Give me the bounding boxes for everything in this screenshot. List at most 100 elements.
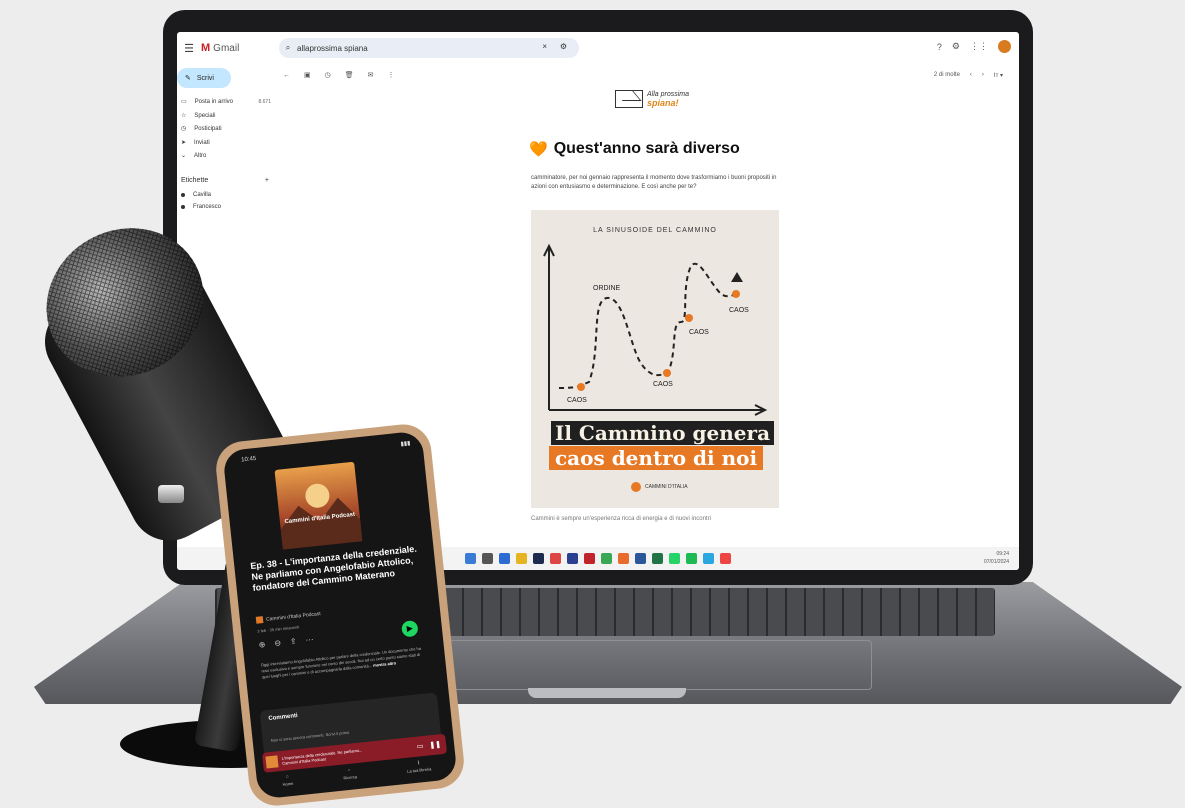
tab-label: La tua libreria — [406, 766, 432, 774]
pencil-icon: ✎ — [185, 75, 191, 82]
envelope-icon — [615, 90, 643, 108]
word-icon[interactable] — [635, 553, 646, 564]
share-icon[interactable]: ⇪ — [289, 637, 297, 647]
search-icon: ⌕ — [348, 766, 351, 772]
delete-icon[interactable]: 🗑 — [345, 71, 354, 79]
chart-label-caos: CAOS — [689, 329, 709, 336]
more-icon[interactable]: ⋯ — [305, 635, 314, 645]
sinusoid-drawing: ORDINE CAOS CAOS CAOS CAOS — [543, 243, 768, 416]
devices-icon[interactable]: ▭ — [416, 742, 424, 751]
sidebar-item-snoozed[interactable]: ◷ Posticipati — [181, 125, 271, 133]
sidebar-item-sent[interactable]: ➤ Inviati — [181, 139, 271, 147]
edge-icon[interactable] — [499, 553, 510, 564]
sidebar-item-more[interactable]: ⌄ Altro — [181, 152, 271, 160]
sidebar-item-inbox[interactable]: ▭ Posta in arrivo 8.671 — [181, 98, 271, 106]
telegram-icon[interactable] — [703, 553, 714, 564]
app-icon[interactable] — [601, 553, 612, 564]
headline-text: Quest'anno sarà diverso — [553, 140, 740, 157]
taskbar-clock[interactable]: 09:24 07/01/2024 — [984, 550, 1009, 566]
add-icon[interactable]: ⊕ — [258, 640, 266, 650]
microphone-knob — [158, 485, 184, 503]
apps-icon[interactable]: ⋮⋮ — [970, 41, 988, 52]
brave-icon[interactable] — [618, 553, 629, 564]
gmail-logo[interactable]: M — [201, 42, 210, 54]
battery-icon: ▮▮▮ — [400, 440, 411, 448]
poster-banner-line2: caos dentro di noi — [549, 446, 764, 470]
folder-icon[interactable] — [516, 553, 527, 564]
chart-label-caos: CAOS — [729, 307, 749, 314]
podcast-name[interactable]: Cammini d'Italia Podcast — [255, 610, 321, 624]
menu-icon[interactable]: ☰ — [177, 42, 201, 55]
sidebar-item-label: Inviati — [194, 139, 210, 146]
photoshop-icon[interactable] — [533, 553, 544, 564]
premiere-icon[interactable] — [567, 553, 578, 564]
send-icon: ➤ — [181, 140, 187, 146]
laptop-notch — [528, 688, 686, 698]
archive-icon[interactable]: ▣ — [304, 71, 311, 79]
chaos-point — [685, 314, 693, 322]
episode-meta: 3 feb · 35 min rimanenti — [256, 624, 300, 634]
pause-icon[interactable]: ❚❚ — [429, 740, 441, 749]
unread-count: 8.671 — [258, 98, 271, 105]
app-name: Gmail — [213, 42, 240, 54]
tab-home[interactable]: ⌂ Home — [281, 772, 294, 797]
start-icon[interactable] — [465, 553, 476, 564]
tab-search[interactable]: ⌕ Ricerca — [342, 765, 358, 790]
compose-button[interactable]: ✎ Scrivi — [177, 68, 231, 88]
close-icon[interactable]: × — [542, 42, 547, 51]
search-input[interactable]: ⌕ allaprossima spiana × ⚙ — [279, 38, 579, 58]
chaos-point — [663, 369, 671, 377]
chrome-icon[interactable] — [550, 553, 561, 564]
snooze-icon[interactable]: ◷ — [325, 71, 331, 79]
label-item[interactable]: Cavilla — [181, 192, 271, 198]
back-icon[interactable]: ← — [283, 72, 290, 79]
home-icon: ⌂ — [285, 773, 289, 779]
figma-icon[interactable] — [720, 553, 731, 564]
message-toolbar: ← ▣ ◷ 🗑 ✉ ⋮ 2 di molte ‹ › Iт ▾ — [283, 68, 1003, 82]
clock-time: 09:24 — [996, 551, 1009, 557]
whatsapp-icon[interactable] — [669, 553, 680, 564]
show-more-link[interactable]: mostra altro — [373, 660, 397, 667]
label-item[interactable]: Francesco — [181, 204, 271, 210]
pager: 2 di molte ‹ › Iт ▾ — [934, 72, 1003, 79]
tune-icon[interactable]: ⚙ — [560, 42, 567, 51]
clock-date: 07/01/2024 — [983, 559, 1009, 565]
gear-icon[interactable]: ⚙ — [952, 41, 960, 52]
sidebar-item-starred[interactable]: ☆ Speciali — [181, 112, 271, 120]
heart-icon: 🧡 — [529, 141, 548, 158]
search-icon[interactable] — [482, 553, 493, 564]
add-label-icon[interactable]: + — [265, 177, 269, 184]
label-icon — [181, 193, 185, 197]
prev-icon[interactable]: ‹ — [970, 72, 972, 79]
tab-label: Home — [282, 780, 294, 787]
search-value[interactable]: allaprossima spiana — [297, 44, 368, 53]
play-button[interactable]: ▶ — [401, 619, 419, 638]
clock-icon: ◷ — [181, 126, 187, 132]
label-text: Francesco — [193, 204, 222, 210]
chevron-down-icon: ⌄ — [181, 153, 187, 159]
podcast-cover[interactable]: Cammini d'Italia Podcast — [274, 461, 363, 550]
spotify-icon[interactable] — [686, 553, 697, 564]
brand-line2: spiana! — [647, 97, 679, 108]
comments-empty-text: Non ci sono ancora commenti. Scrivi il p… — [270, 729, 350, 743]
help-icon[interactable]: ? — [937, 42, 942, 52]
download-icon[interactable]: ⊖ — [274, 638, 282, 648]
tab-library[interactable]: ∥ La tua libreria — [406, 757, 433, 783]
acrobat-icon[interactable] — [584, 553, 595, 564]
mini-player-info: L'importanza della credenziale. Ne parli… — [281, 747, 363, 765]
star-icon: ☆ — [181, 113, 187, 119]
language-icon[interactable]: Iт ▾ — [994, 72, 1003, 79]
avatar[interactable] — [998, 40, 1011, 53]
summit-icon — [731, 272, 743, 282]
next-icon[interactable]: › — [982, 72, 984, 79]
podcast-name-text: Cammini d'Italia Podcast — [265, 610, 321, 623]
more-icon[interactable]: ⋮ — [388, 71, 395, 79]
mail-icon[interactable]: ✉ — [368, 71, 374, 79]
poster-banner-line1: Il Cammino genera — [551, 421, 775, 445]
description-text: Oggi intervistiamo Angelofabio Attolico … — [260, 645, 422, 680]
podcast-thumb-icon — [255, 616, 264, 624]
search-icon[interactable]: ⌕ — [279, 43, 297, 53]
chaos-point — [577, 383, 585, 391]
excel-icon[interactable] — [652, 553, 663, 564]
label-icon — [181, 205, 185, 209]
